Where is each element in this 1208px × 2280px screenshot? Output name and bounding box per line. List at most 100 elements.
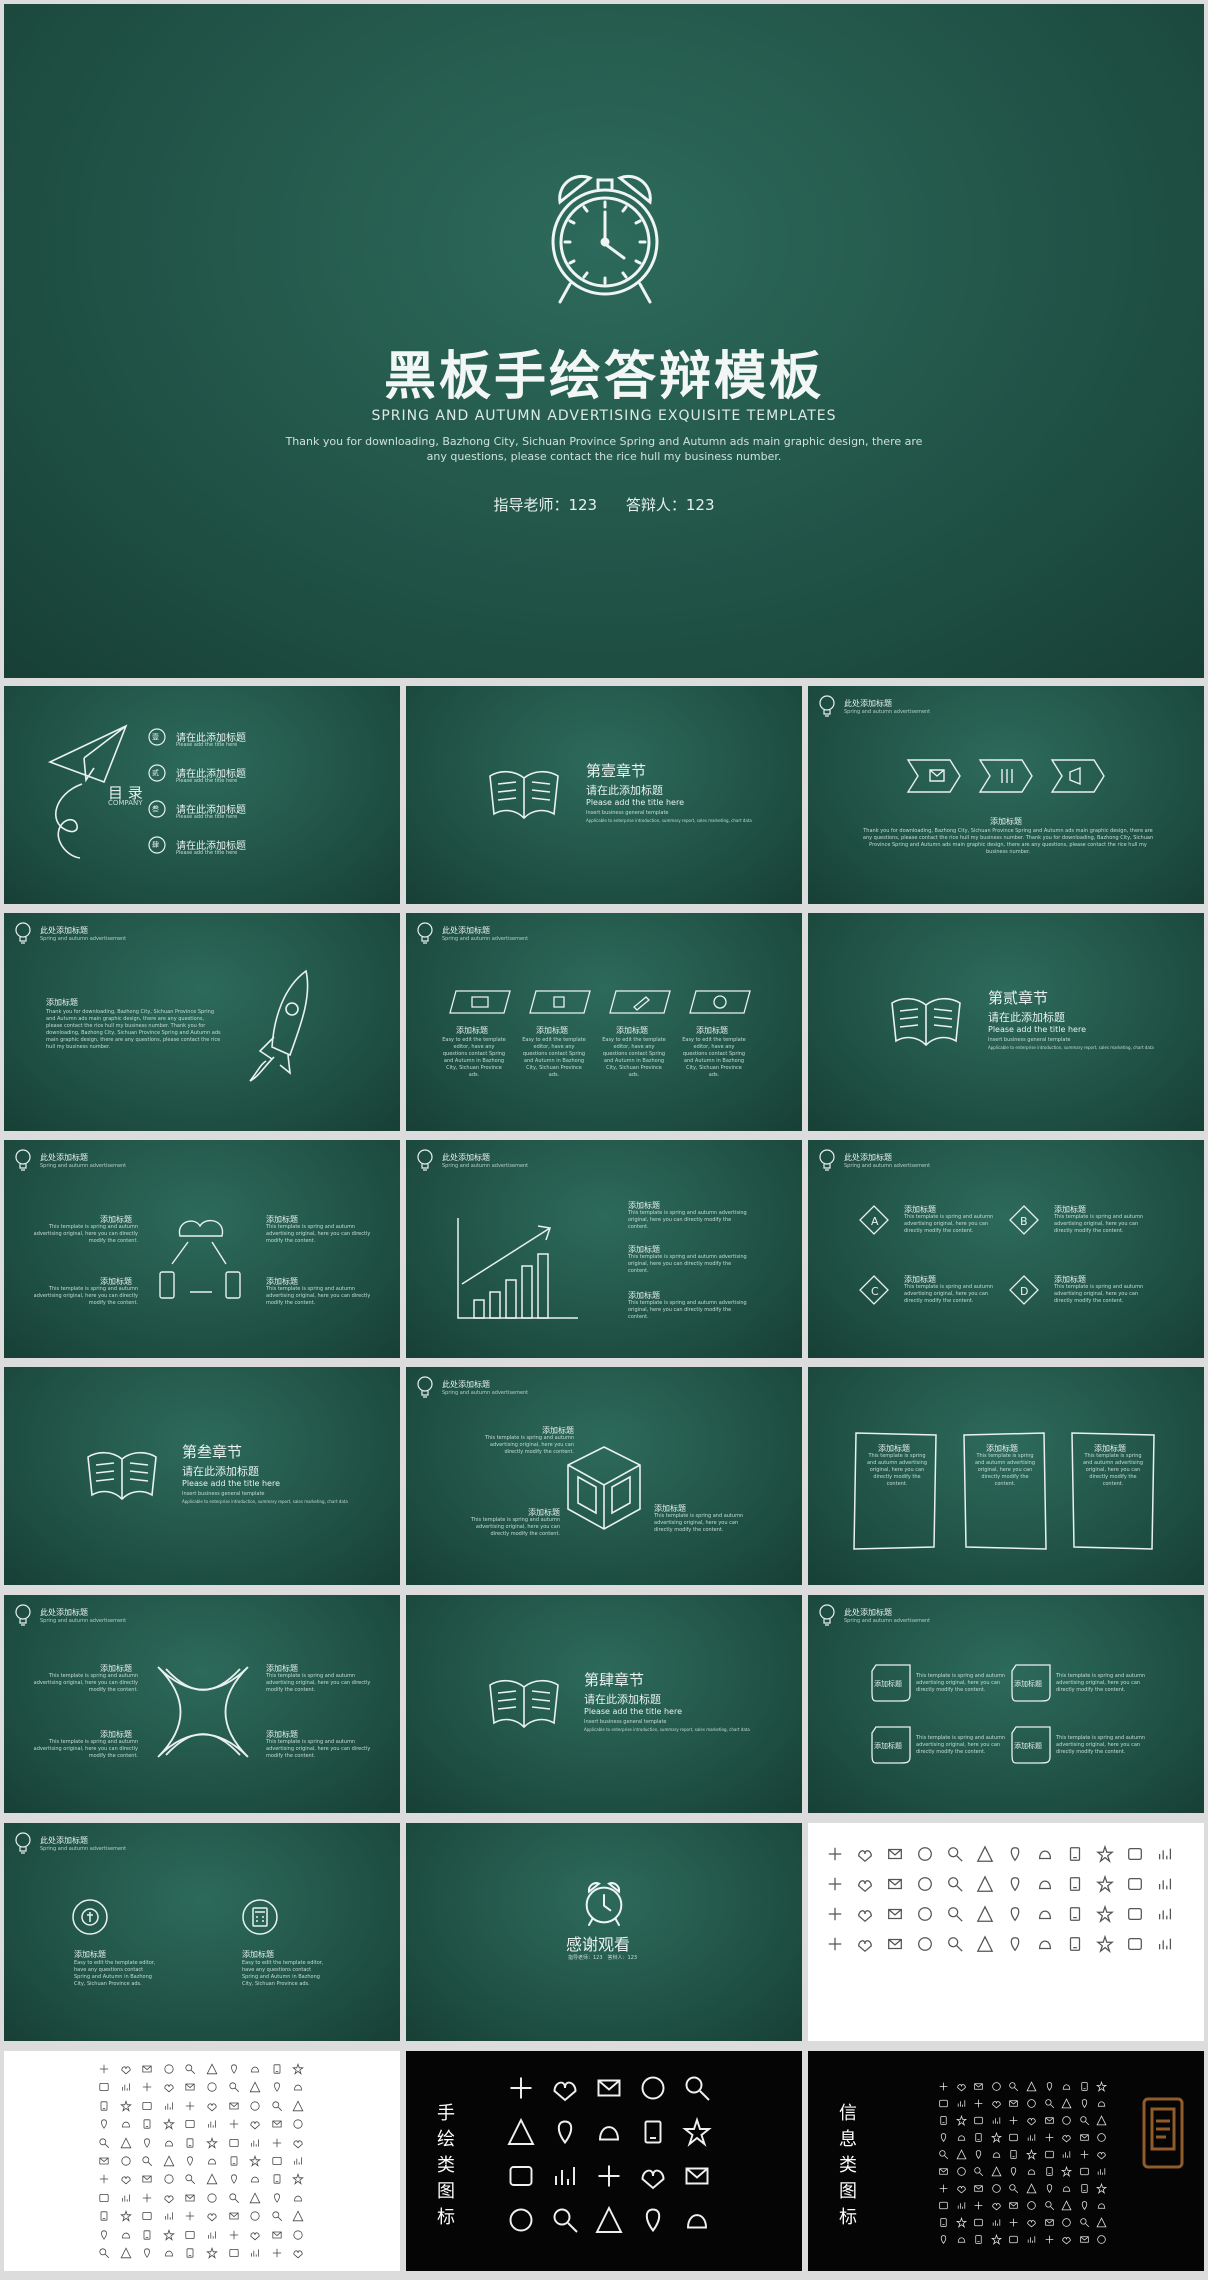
slide-cloud-devices[interactable]: 此处添加标题 Spring and autumn advertisement 添…: [4, 1140, 400, 1358]
open-book-icon: [891, 997, 961, 1047]
chapter-subtitle: 请在此添加标题: [988, 1011, 1065, 1024]
slide-three-frames[interactable]: 添加标题 This template is spring and autumn …: [808, 1367, 1204, 1585]
step-text: Easy to edit the template editor, have a…: [522, 1037, 586, 1078]
header-subtitle: Spring and autumn advertisement: [442, 936, 529, 942]
slide-abcd[interactable]: 此处添加标题 Spring and autumn advertisement A…: [808, 1140, 1204, 1358]
slide-two-features[interactable]: 此处添加标题 Spring and autumn advertisement 添…: [4, 1823, 400, 2041]
slide-rocket[interactable]: 此处添加标题 Spring and autumn advertisement 添…: [4, 913, 400, 1131]
slide-star[interactable]: 此处添加标题 Spring and autumn advertisement 添…: [4, 1595, 400, 1813]
cover-title: 黑板手绘答辩模板: [383, 347, 824, 407]
chapter-note: Insert business general template: [584, 1719, 667, 1725]
glyph-icon: [990, 2233, 1002, 2246]
slide-cube[interactable]: 此处添加标题 Spring and autumn advertisement 添…: [406, 1367, 802, 1585]
glyph-icon: [1046, 2082, 1052, 2091]
glyph-icon: [1096, 2115, 1107, 2126]
slide-tags[interactable]: 此处添加标题 Spring and autumn advertisement 添…: [808, 1595, 1204, 1813]
slide-chapter-2[interactable]: 第贰章节 请在此添加标题 Please add the title here I…: [808, 913, 1204, 1131]
glyph-icon: [121, 2066, 131, 2075]
glyph-icon: [185, 2120, 195, 2129]
glyph-icon: [1081, 2184, 1088, 2193]
glyph-icon: [292, 2210, 304, 2222]
glyph-icon: [142, 2065, 152, 2073]
glyph-icon: [163, 2155, 175, 2167]
glyph-icon: [1096, 1934, 1114, 1954]
glyph-icon: [1038, 1910, 1052, 1920]
toc-item[interactable]: 贰 请在此添加标题 Please add the title here: [148, 764, 378, 794]
chapter-subtitle-en: Please add the title here: [988, 1025, 1086, 1034]
left-text-2: This template is spring and autumn adver…: [33, 1286, 138, 1306]
header-subtitle: Spring and autumn advertisement: [844, 709, 931, 715]
glyph-icon: [1044, 2150, 1054, 2159]
header-subtitle: Spring and autumn advertisement: [40, 1846, 127, 1852]
glyph-icon: [144, 2137, 151, 2148]
slide-chapter-1[interactable]: 第壹章节 请在此添加标题 Please add the title here I…: [406, 686, 802, 904]
glyph-icon: [1080, 2218, 1089, 2228]
header-subtitle: Spring and autumn advertisement: [40, 1618, 127, 1624]
glyph-icon: [186, 2137, 194, 2148]
glyph-icon: [974, 2083, 983, 2090]
small-icon-grid: [98, 2062, 314, 2265]
glyph-icon: [294, 2085, 303, 2091]
glyph-icon: [228, 2082, 239, 2093]
slide-growth[interactable]: 此处添加标题 Spring and autumn advertisement 添…: [406, 1140, 802, 1358]
glyph-icon: [956, 2167, 966, 2176]
step-text: Easy to edit the template editor, have a…: [682, 1037, 746, 1078]
glyph-icon: [939, 2184, 948, 2193]
toc-item[interactable]: 肆 请在此添加标题 Please add the title here: [148, 836, 378, 866]
feature-text-2: Easy to edit the template editor, have a…: [242, 1960, 324, 1987]
header-title: 此处添加标题: [40, 1608, 88, 1617]
slide-four-steps[interactable]: 此处添加标题 Spring and autumn advertisement 添…: [406, 913, 802, 1131]
glyph-icon: [974, 2116, 983, 2125]
open-book-icon: [87, 1451, 157, 1501]
left-text-1: This template is spring and autumn adver…: [33, 1673, 138, 1693]
step-title: 添加标题: [536, 1026, 568, 1035]
chapter-note: Insert business general template: [182, 1491, 265, 1497]
lightbulb-icon: [15, 1604, 31, 1626]
slide-hand-drawn-icons[interactable]: 手绘类图标: [406, 2051, 802, 2271]
glyph-icon: [1010, 1937, 1020, 1952]
glyph-icon: [121, 2194, 130, 2202]
slide-toc[interactable]: 目 录 COMPANY 壹 请在此添加标题 Please add the tit…: [4, 686, 400, 904]
glyph-icon: [1009, 2202, 1019, 2209]
slide-chapter-4[interactable]: 第肆章节 请在此添加标题 Please add the title here I…: [406, 1595, 802, 1813]
slide-thanks[interactable]: 感谢观看 指导老师：123 答辩人：123: [406, 1823, 802, 2041]
glyph-icon: [143, 2119, 151, 2129]
thanks-title: 感谢观看: [566, 1935, 631, 1954]
glyph-icon: [948, 1847, 963, 1862]
glyph-icon: [976, 2150, 982, 2159]
glyph-icon: [185, 2174, 196, 2185]
alarm-clock-icon: [585, 1882, 623, 1926]
glyph-icon: [1069, 1877, 1081, 1891]
glyph-icon: [992, 2184, 1001, 2193]
glyph-icon: [1069, 1847, 1081, 1861]
glyph-icon: [185, 2084, 195, 2091]
glyph-icon: [1080, 2167, 1089, 2176]
glyph-icon: [828, 1877, 842, 1891]
glyph-icon: [1010, 2116, 1018, 2125]
chapter-title: 第壹章节: [586, 762, 647, 780]
glyph-icon: [142, 2083, 152, 2092]
slide-chapter-3[interactable]: 第叁章节 请在此添加标题 Please add the title here I…: [4, 1367, 400, 1585]
toc-item-number: 壹: [152, 733, 159, 741]
glyph-icon: [975, 2133, 982, 2142]
glyph-icon: [939, 2201, 948, 2210]
item-text-3: This template is spring and autumn adver…: [628, 1300, 747, 1320]
glyph-icon: [974, 2099, 983, 2108]
slide-icon-sheet-small[interactable]: [4, 2051, 400, 2271]
slide-cover[interactable]: 黑板手绘答辩模板 SPRING AND AUTUMN ADVERTISING E…: [4, 4, 1204, 678]
toc-item[interactable]: 壹 请在此添加标题 Please add the title here: [148, 728, 378, 758]
letter-a: A: [871, 1215, 879, 1228]
glyph-icon: [956, 2084, 966, 2092]
slide-arrows[interactable]: 此处添加标题 Spring and autumn advertisement 添…: [808, 686, 1204, 904]
glyph-icon: [273, 2174, 281, 2184]
growth-bars-icon: [457, 1218, 578, 1319]
glyph-icon: [509, 2166, 533, 2186]
slide-icon-sheet-outline[interactable]: [808, 1823, 1204, 2041]
glyph-icon: [228, 2138, 239, 2147]
glyph-icon: [1045, 2235, 1053, 2244]
glyph-icon: [164, 2102, 173, 2110]
slide-info-icons[interactable]: 信息类图标: [808, 2051, 1204, 2271]
toc-item[interactable]: 叁 请在此添加标题 Please add the title here: [148, 800, 378, 830]
glyph-icon: [228, 2102, 239, 2110]
glyph-icon: [948, 1907, 963, 1922]
